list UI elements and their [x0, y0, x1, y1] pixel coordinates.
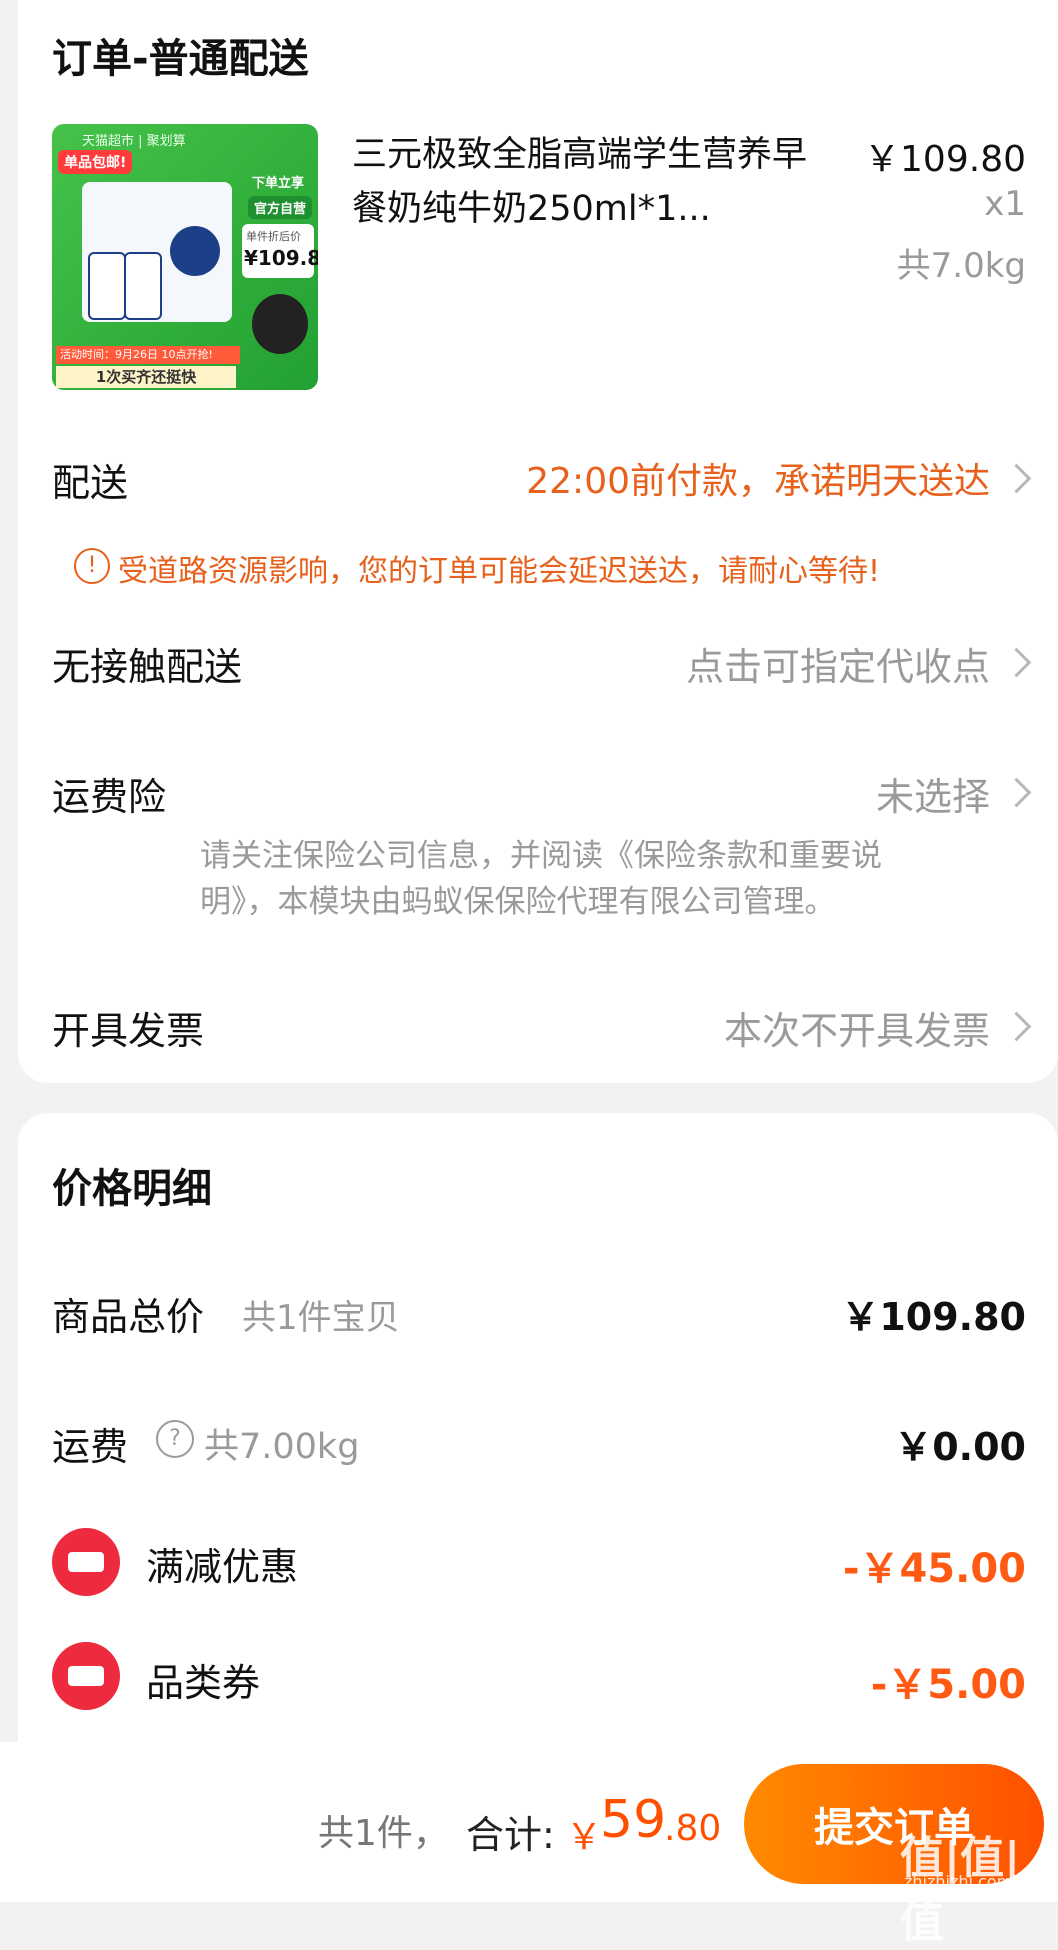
- footer-total-int: 59: [600, 1790, 667, 1850]
- watermark-site: zhizhizhi.com: [904, 1872, 1013, 1891]
- thumb-unit-price-label: 单件折后价: [246, 230, 301, 243]
- footer-total-label: 合计:: [466, 1813, 555, 1857]
- footer-count: 共1件，: [318, 1813, 449, 1854]
- thumb-milk-carton-1: [88, 252, 126, 320]
- product-qty: x1: [984, 184, 1026, 224]
- footer-currency: ￥: [566, 1817, 603, 1858]
- insurance-value: 未选择: [875, 775, 990, 819]
- order-section-title: 订单-普通配送: [52, 36, 309, 82]
- goods-total-label: 商品总价: [52, 1295, 205, 1339]
- product-weight: 共7.0kg: [896, 246, 1026, 286]
- contactless-value: 点击可指定代收点: [685, 645, 990, 689]
- help-icon[interactable]: ?: [156, 1420, 194, 1458]
- category-coupon-icon: [52, 1642, 120, 1710]
- goods-total-value: ￥109.80: [841, 1295, 1026, 1339]
- insurance-desc-line1: 请关注保险公司信息，并阅读《保险条款和重要说: [200, 838, 882, 874]
- delivery-label: 配送: [52, 461, 129, 505]
- thumb-unit-price: ¥109.8: [244, 246, 318, 270]
- coupon-label: 品类券: [146, 1661, 261, 1705]
- delivery-value: 22:00前付款，承诺明天送达: [526, 461, 990, 502]
- warning-icon: !: [74, 548, 110, 584]
- thumb-activity: 活动时间：9月26日 10点开抢!: [56, 346, 240, 364]
- discount-coupon-icon: [52, 1528, 120, 1596]
- product-name[interactable]: 三元极致全脂高端学生营养早餐奶纯牛奶250ml*1...: [352, 128, 822, 236]
- product-price: ￥109.80: [864, 139, 1026, 180]
- invoice-value: 本次不开具发票: [723, 1009, 990, 1053]
- thumb-milk-carton-2: [124, 252, 162, 320]
- shipping-weight: 共7.00kg: [204, 1427, 360, 1467]
- thumb-store: 天猫超市 | 聚划算: [82, 134, 186, 149]
- price-detail-title: 价格明细: [52, 1166, 212, 1212]
- shipping-value: ￥0.00: [894, 1425, 1026, 1469]
- discount-value: -￥45.00: [842, 1546, 1026, 1592]
- discount-label: 满减优惠: [146, 1545, 299, 1589]
- thumb-badge-official: 官方自营: [248, 196, 313, 219]
- goods-total-count: 共1件宝贝: [242, 1298, 400, 1338]
- thumb-buy-once: 1次买齐还挺快: [56, 366, 236, 388]
- thumb-mascot-icon: [252, 294, 308, 354]
- coupon-value: -￥5.00: [870, 1662, 1026, 1708]
- thumb-badge-free: 单品包邮!: [58, 150, 133, 174]
- insurance-desc-line2: 明》，本模块由蚂蚁保保险代理有限公司管理。: [200, 884, 836, 920]
- shipping-label: 运费: [52, 1425, 129, 1469]
- thumb-price-tag: 单件折后价 ¥109.8: [242, 224, 318, 278]
- footer-total-dec: .80: [664, 1808, 722, 1849]
- contactless-label: 无接触配送: [52, 645, 243, 689]
- invoice-label: 开具发票: [52, 1009, 205, 1053]
- delivery-notice: 受道路资源影响，您的订单可能会延迟送达，请耐心等待!: [118, 554, 881, 589]
- thumb-gift-box: [82, 182, 232, 322]
- thumb-box-logo: [170, 226, 220, 276]
- insurance-label: 运费险: [52, 775, 167, 819]
- thumb-badge-instant: 下单立享: [252, 176, 305, 191]
- product-thumbnail[interactable]: 天猫超市 | 聚划算 单品包邮! 下单立享 官方自营 单件折后价 ¥109.8 …: [52, 124, 318, 390]
